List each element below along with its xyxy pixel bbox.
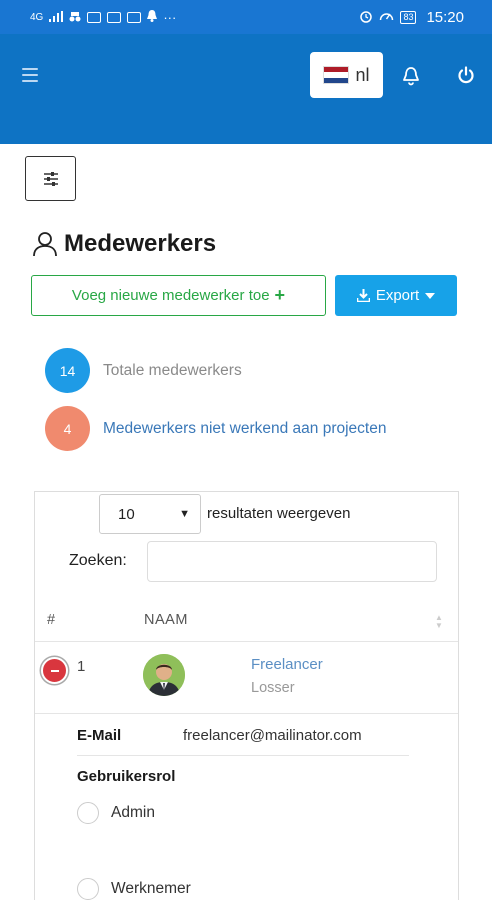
caret-down-icon: ▼ (179, 508, 190, 520)
add-employee-button[interactable]: Voeg nieuwe medewerker toe + (31, 275, 326, 316)
mail-icon-3 (127, 11, 142, 23)
radio-button[interactable] (77, 802, 99, 824)
search-input[interactable] (147, 541, 437, 582)
role-option-label: Werknemer (111, 880, 191, 897)
column-header-number[interactable]: # (47, 612, 55, 628)
usb-icon (69, 10, 81, 25)
status-bar-left: 4G ··· (30, 9, 177, 25)
battery-icon: 83 (400, 10, 417, 24)
table-row: 1 Freelancer Losser (35, 643, 458, 714)
status-bar-right: 83 15:20 (359, 9, 464, 26)
filter-toggle-button[interactable] (25, 156, 76, 201)
notifications-bell-icon[interactable] (402, 66, 420, 86)
more-icon: ··· (163, 9, 177, 25)
divider (77, 755, 409, 756)
employee-last-name: Losser (251, 680, 295, 696)
radio-button[interactable] (77, 878, 99, 900)
role-option-werknemer[interactable]: Werknemer (77, 878, 191, 900)
language-code: nl (355, 64, 370, 85)
stat-idle-employees[interactable]: 4 Medewerkers niet werkend aan projecten (45, 406, 386, 451)
page-length-select[interactable]: 10 ▼ (99, 494, 201, 534)
role-option-admin[interactable]: Admin (77, 802, 155, 824)
mail-icon-2 (107, 11, 122, 23)
mail-icon (87, 11, 102, 23)
employee-first-name[interactable]: Freelancer (251, 656, 323, 673)
menu-icon[interactable] (22, 68, 38, 82)
user-role-label: Gebruikersrol (77, 768, 176, 785)
export-dropdown-button[interactable]: Export (335, 275, 457, 316)
minus-icon (50, 669, 59, 672)
sliders-icon (43, 171, 58, 186)
avatar (143, 654, 185, 696)
page-length-label: resultaten weergeven (207, 505, 351, 522)
sort-icon[interactable]: ▲ ▼ (435, 614, 443, 630)
stat-count-badge: 4 (45, 406, 90, 451)
stat-total-employees: 14 Totale medewerkers (45, 348, 242, 393)
stat-label: Totale medewerkers (103, 361, 242, 379)
collapse-row-button[interactable] (41, 657, 68, 684)
clock: 15:20 (426, 8, 464, 26)
table-header: # NAAM ▲ ▼ (35, 602, 458, 642)
page-length-value: 10 (118, 505, 135, 523)
alarm-icon (359, 9, 373, 26)
plus-icon: + (274, 285, 286, 305)
employees-table-card: 10 ▼ resultaten weergeven Zoeken: # NAAM… (34, 491, 459, 900)
app-header: nl (0, 34, 492, 144)
user-icon (33, 232, 57, 257)
logout-power-icon[interactable] (457, 66, 475, 84)
email-value: freelancer@mailinator.com (183, 727, 362, 744)
role-option-label: Admin (111, 804, 155, 821)
email-label: E-Mail (77, 727, 122, 744)
download-icon (356, 289, 370, 302)
column-header-name[interactable]: NAAM (144, 612, 188, 628)
status-bar: 4G ··· 83 15:20 (0, 0, 492, 34)
netherlands-flag-icon (323, 66, 350, 84)
signal-bars-icon (49, 10, 64, 25)
language-selector[interactable]: nl (310, 52, 383, 98)
chevron-down-icon (425, 292, 436, 299)
export-label: Export (375, 287, 420, 304)
search-label: Zoeken: (69, 552, 127, 569)
notification-bell-icon (147, 9, 158, 25)
add-employee-label: Voeg nieuwe medewerker toe (71, 287, 270, 304)
page-title-row: Medewerkers (32, 230, 216, 258)
stat-label-link[interactable]: Medewerkers niet werkend aan projecten (103, 420, 386, 438)
stat-count-badge: 14 (45, 348, 90, 393)
row-number: 1 (77, 658, 86, 675)
signal-icon: 4G (30, 11, 44, 23)
speed-icon (379, 9, 394, 26)
page-title: Medewerkers (64, 230, 217, 257)
